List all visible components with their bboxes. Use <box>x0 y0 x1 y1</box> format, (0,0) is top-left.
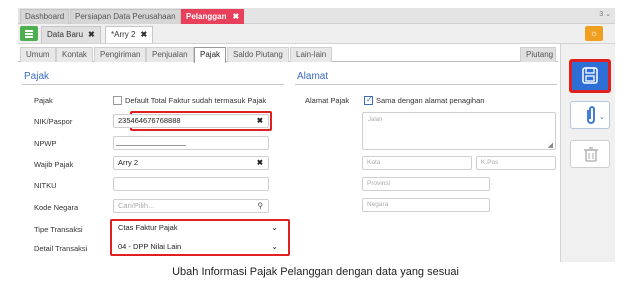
npwp-underline <box>116 145 186 146</box>
detail-transaksi-value: 04 - DPP Nilai Lain <box>118 242 182 251</box>
kpos-placeholder: K.Pos <box>481 159 499 166</box>
trash-icon <box>584 147 598 162</box>
tipe-transaksi-label: Tipe Transaksi <box>34 225 83 234</box>
tab-pelanggan[interactable]: Pelanggan ✖ <box>181 9 245 24</box>
nitku-field[interactable] <box>113 177 269 191</box>
section-divider <box>295 84 557 85</box>
sama-alamat-label: Sama dengan alamat penagihan <box>376 96 485 105</box>
detail-transaksi-select[interactable]: 04 - DPP Nilai Lain ⌄ <box>113 240 285 254</box>
tab-label: Pengiriman <box>100 50 141 59</box>
tab-label: Pelanggan <box>186 12 227 21</box>
negara-field[interactable]: Negara <box>362 198 490 212</box>
clear-icon[interactable]: ✖ <box>257 157 263 169</box>
tab-count[interactable]: 3 ⌄ <box>599 10 611 18</box>
tag-button[interactable]: ☼ <box>585 26 603 41</box>
tab-label: Arry 2 <box>114 30 136 39</box>
clear-icon[interactable]: ✖ <box>257 115 263 127</box>
delete-button[interactable] <box>570 140 610 168</box>
npwp-label: NPWP <box>34 139 57 148</box>
tab-label: Piutang <box>526 50 554 59</box>
document-tab-bar: Data Baru ✖ *Arry 2 ✖ ☼ <box>18 24 615 44</box>
tab-count-value: 3 <box>599 11 604 18</box>
default-total-checkbox[interactable] <box>113 96 122 105</box>
tab-umum[interactable]: Umum <box>20 47 56 62</box>
tab-piutang[interactable]: Piutang <box>520 47 556 62</box>
npwp-field[interactable] <box>113 136 269 150</box>
caption: Ubah Informasi Pajak Pelanggan dengan da… <box>172 266 459 278</box>
kpos-field[interactable]: K.Pos <box>476 156 556 170</box>
kota-placeholder: Kota <box>367 159 381 166</box>
close-icon[interactable]: ✖ <box>140 30 147 39</box>
save-icon <box>582 67 598 84</box>
kota-field[interactable]: Kota <box>362 156 472 170</box>
tab-label: Persiapan Data Perusahaan <box>75 12 176 21</box>
chevron-down-icon: ⌄ <box>271 242 278 251</box>
tab-label: Kontak <box>62 50 87 59</box>
tab-label: Lain-lain <box>296 50 327 59</box>
tab-arry-2[interactable]: *Arry 2 ✖ <box>105 26 154 43</box>
tab-data-baru[interactable]: Data Baru ✖ <box>41 26 101 43</box>
nik-value: 235464676768888 <box>118 116 181 125</box>
tag-icon: ☼ <box>589 28 599 38</box>
kode-negara-field[interactable]: Cari/Pilih... ⚲ <box>113 199 269 213</box>
tipe-transaksi-select[interactable]: Ctas Faktur Pajak ⌄ <box>113 221 285 235</box>
tab-label: Penjualan <box>152 50 188 59</box>
tab-label: Pajak <box>200 50 221 59</box>
tipe-transaksi-value: Ctas Faktur Pajak <box>118 223 178 232</box>
section-tabs: Umum Kontak Pengiriman Penjualan Pajak S… <box>18 46 558 63</box>
nik-label: NIK/Paspor <box>34 117 73 126</box>
kode-negara-label: Kode Negara <box>34 203 79 212</box>
alamat-pajak-label: Alamat Pajak <box>305 96 350 105</box>
wajib-pajak-value: Arry 2 <box>118 158 139 167</box>
svg-text:⌄: ⌄ <box>599 113 605 121</box>
tab-label: Saldo Piutang <box>233 50 283 59</box>
tab-pengiriman[interactable]: Pengiriman <box>94 47 147 62</box>
menu-button[interactable] <box>20 26 38 41</box>
tab-dashboard[interactable]: Dashboard <box>20 9 70 24</box>
chevron-down-icon: ⌄ <box>271 223 278 232</box>
tab-kontak[interactable]: Kontak <box>56 47 93 62</box>
section-title-alamat: Alamat <box>297 71 329 82</box>
search-icon[interactable]: ⚲ <box>258 200 264 212</box>
tab-label: Umum <box>26 50 50 59</box>
section-title-pajak: Pajak <box>24 71 50 82</box>
provinsi-placeholder: Provinsi <box>367 180 391 187</box>
close-icon[interactable]: ✖ <box>88 30 95 39</box>
close-icon[interactable]: ✖ <box>232 12 239 21</box>
tab-saldo-piutang[interactable]: Saldo Piutang <box>227 47 289 62</box>
paperclip-icon: ⌄ <box>587 106 605 124</box>
tab-penjualan[interactable]: Penjualan <box>146 47 194 62</box>
tab-pajak[interactable]: Pajak <box>194 47 227 63</box>
pajak-label: Pajak <box>34 96 53 105</box>
resize-handle-icon[interactable]: ◢ <box>548 141 553 149</box>
wajib-pajak-label: Wajib Pajak <box>34 160 74 169</box>
sama-alamat-checkbox[interactable] <box>364 95 373 105</box>
nik-field[interactable]: 235464676768888 ✖ <box>113 114 269 128</box>
tab-lain-lain[interactable]: Lain-lain <box>290 47 333 62</box>
jalan-textarea[interactable]: Jalan ◢ <box>362 112 556 150</box>
top-tab-bar: Dashboard Persiapan Data Perusahaan Pela… <box>18 8 615 24</box>
tab-label: Data Baru <box>47 30 84 39</box>
tab-persiapan-data-perusahaan[interactable]: Persiapan Data Perusahaan <box>70 9 181 24</box>
jalan-placeholder: Jalan <box>368 117 383 123</box>
section-divider <box>22 84 284 85</box>
tab-label: Dashboard <box>25 12 65 21</box>
provinsi-field[interactable]: Provinsi <box>362 177 490 191</box>
default-total-label: Default Total Faktur sudah termasuk Paja… <box>125 96 267 105</box>
kode-negara-placeholder: Cari/Pilih... <box>118 201 155 210</box>
nitku-label: NITKU <box>34 181 57 190</box>
attach-button[interactable]: ⌄ <box>570 101 610 129</box>
negara-placeholder: Negara <box>367 201 389 208</box>
wajib-pajak-field[interactable]: Arry 2 ✖ <box>113 156 269 170</box>
detail-transaksi-label: Detail Transaksi <box>34 244 88 253</box>
save-button[interactable] <box>569 59 611 93</box>
